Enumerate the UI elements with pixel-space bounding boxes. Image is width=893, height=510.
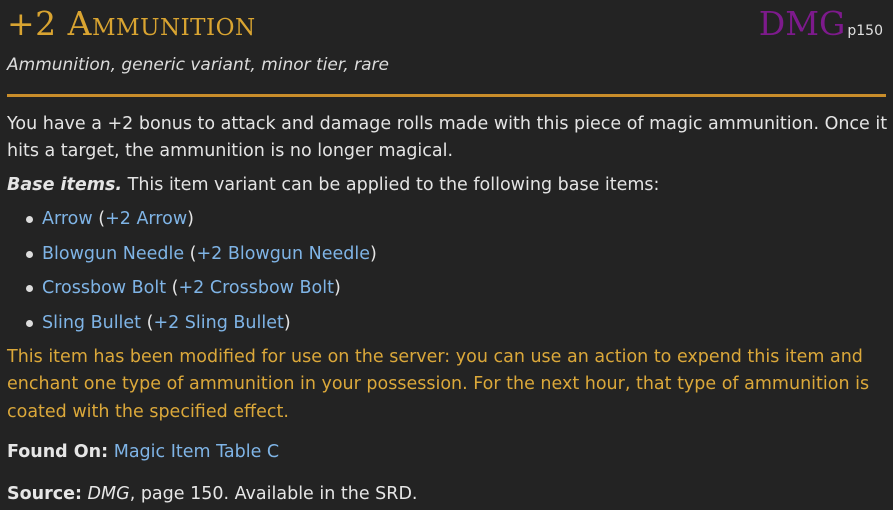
base-item-link[interactable]: Crossbow Bolt <box>42 278 166 298</box>
found-on-line: Found On: Magic Item Table C <box>7 439 279 466</box>
description-paragraph: You have a +2 bonus to attack and damage… <box>7 114 888 161</box>
bullet-icon <box>26 285 33 293</box>
source-tag[interactable]: DMG p150 <box>759 4 883 51</box>
item-title: +2 Ammunition <box>7 4 256 43</box>
bullet-icon <box>26 216 33 223</box>
variant-item-link[interactable]: +2 Arrow <box>105 209 187 229</box>
source-line: Source: DMG, page 150. Available in the … <box>7 481 418 508</box>
list-item: Arrow (+2 Arrow) <box>7 203 867 238</box>
base-items-text: This item variant can be applied to the … <box>122 175 660 195</box>
bullet-icon <box>26 250 33 258</box>
variant-item-link[interactable]: +2 Sling Bullet <box>153 313 283 333</box>
source-abbreviation[interactable]: DMG <box>759 4 846 43</box>
source-details: , page 150. Available in the SRD. <box>129 484 418 504</box>
list-item: Sling Bullet (+2 Sling Bullet) <box>7 307 867 342</box>
item-card: +2 Ammunition DMG p150 Ammunition, generi… <box>0 0 893 510</box>
base-item-link[interactable]: Sling Bullet <box>42 313 141 333</box>
header-divider <box>7 94 886 97</box>
item-subtitle: Ammunition, generic variant, minor tier,… <box>7 55 389 75</box>
source-label: Source: <box>7 484 82 504</box>
server-modification-note: This item has been modified for use on t… <box>7 347 870 422</box>
base-items-intro: Base items. This item variant can be app… <box>7 172 889 199</box>
found-on-label: Found On: <box>7 442 109 462</box>
variant-item-link[interactable]: +2 Crossbow Bolt <box>179 278 334 298</box>
base-item-link[interactable]: Arrow <box>42 209 93 229</box>
base-item-link[interactable]: Blowgun Needle <box>42 244 184 264</box>
source-page-number: p150 <box>847 23 883 39</box>
source-book: DMG <box>87 484 130 504</box>
title-row: +2 Ammunition DMG p150 <box>7 0 886 50</box>
list-item: Blowgun Needle (+2 Blowgun Needle) <box>7 238 867 273</box>
found-on-link[interactable]: Magic Item Table C <box>114 442 279 462</box>
variant-item-link[interactable]: +2 Blowgun Needle <box>197 244 370 264</box>
bullet-icon <box>26 320 33 328</box>
list-item: Crossbow Bolt (+2 Crossbow Bolt) <box>7 272 867 307</box>
base-items-label: Base items. <box>7 175 123 195</box>
base-items-list: Arrow (+2 Arrow) Blowgun Needle (+2 Blow… <box>7 203 867 342</box>
